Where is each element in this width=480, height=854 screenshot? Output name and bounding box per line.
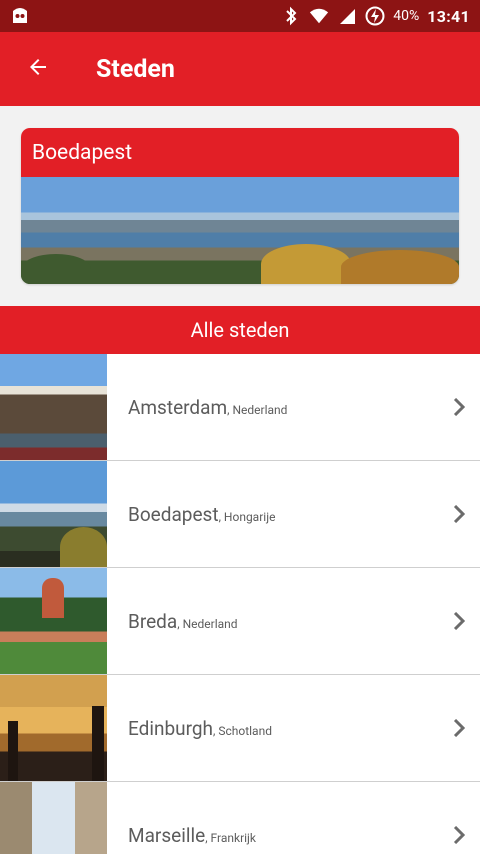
chevron-right-icon (438, 505, 480, 523)
city-thumbnail (0, 782, 107, 854)
featured-city-card[interactable]: Boedapest (21, 128, 459, 284)
wifi-icon (309, 6, 329, 26)
city-name: Breda (128, 609, 178, 633)
battery-level: 40% (393, 8, 420, 24)
city-country: , Nederland (227, 402, 288, 417)
app-bar: Steden (0, 32, 480, 106)
city-country: , Frankrijk (205, 830, 257, 845)
list-item-marseille[interactable]: Marseille, Frankrijk (0, 782, 480, 854)
chevron-right-icon (438, 612, 480, 630)
page-title: Steden (96, 54, 175, 84)
ghost-icon (10, 6, 30, 26)
city-thumbnail (0, 354, 107, 460)
city-thumbnail (0, 568, 107, 674)
city-country: , Schotland (213, 723, 272, 738)
back-button[interactable] (0, 32, 76, 106)
status-bar: 40% 13:41 (0, 0, 480, 32)
list-item-amsterdam[interactable]: Amsterdam, Nederland (0, 354, 480, 461)
featured-city-image (21, 177, 459, 284)
city-name: Amsterdam (128, 395, 228, 419)
bluetooth-icon (281, 6, 301, 26)
list-item-breda[interactable]: Breda, Nederland (0, 568, 480, 675)
arrow-back-icon (26, 55, 50, 83)
chevron-right-icon (438, 826, 480, 844)
city-country: , Hongarije (218, 509, 276, 524)
clock: 13:41 (427, 6, 470, 26)
list-item-boedapest[interactable]: Boedapest, Hongarije (0, 461, 480, 568)
city-name: Boedapest (128, 502, 219, 526)
chevron-right-icon (438, 398, 480, 416)
list-item-edinburgh[interactable]: Edinburgh, Schotland (0, 675, 480, 782)
city-thumbnail (0, 675, 107, 781)
signal-icon (337, 6, 357, 26)
section-header-all-cities: Alle steden (0, 306, 480, 354)
city-country: , Nederland (177, 616, 238, 631)
city-name: Marseille (128, 823, 206, 847)
city-name: Edinburgh (128, 716, 213, 740)
battery-charging-icon (365, 6, 385, 26)
featured-city-title: Boedapest (21, 128, 459, 177)
city-thumbnail (0, 461, 107, 567)
chevron-right-icon (438, 719, 480, 737)
city-list: Amsterdam, Nederland Boedapest, Hongarij… (0, 354, 480, 854)
